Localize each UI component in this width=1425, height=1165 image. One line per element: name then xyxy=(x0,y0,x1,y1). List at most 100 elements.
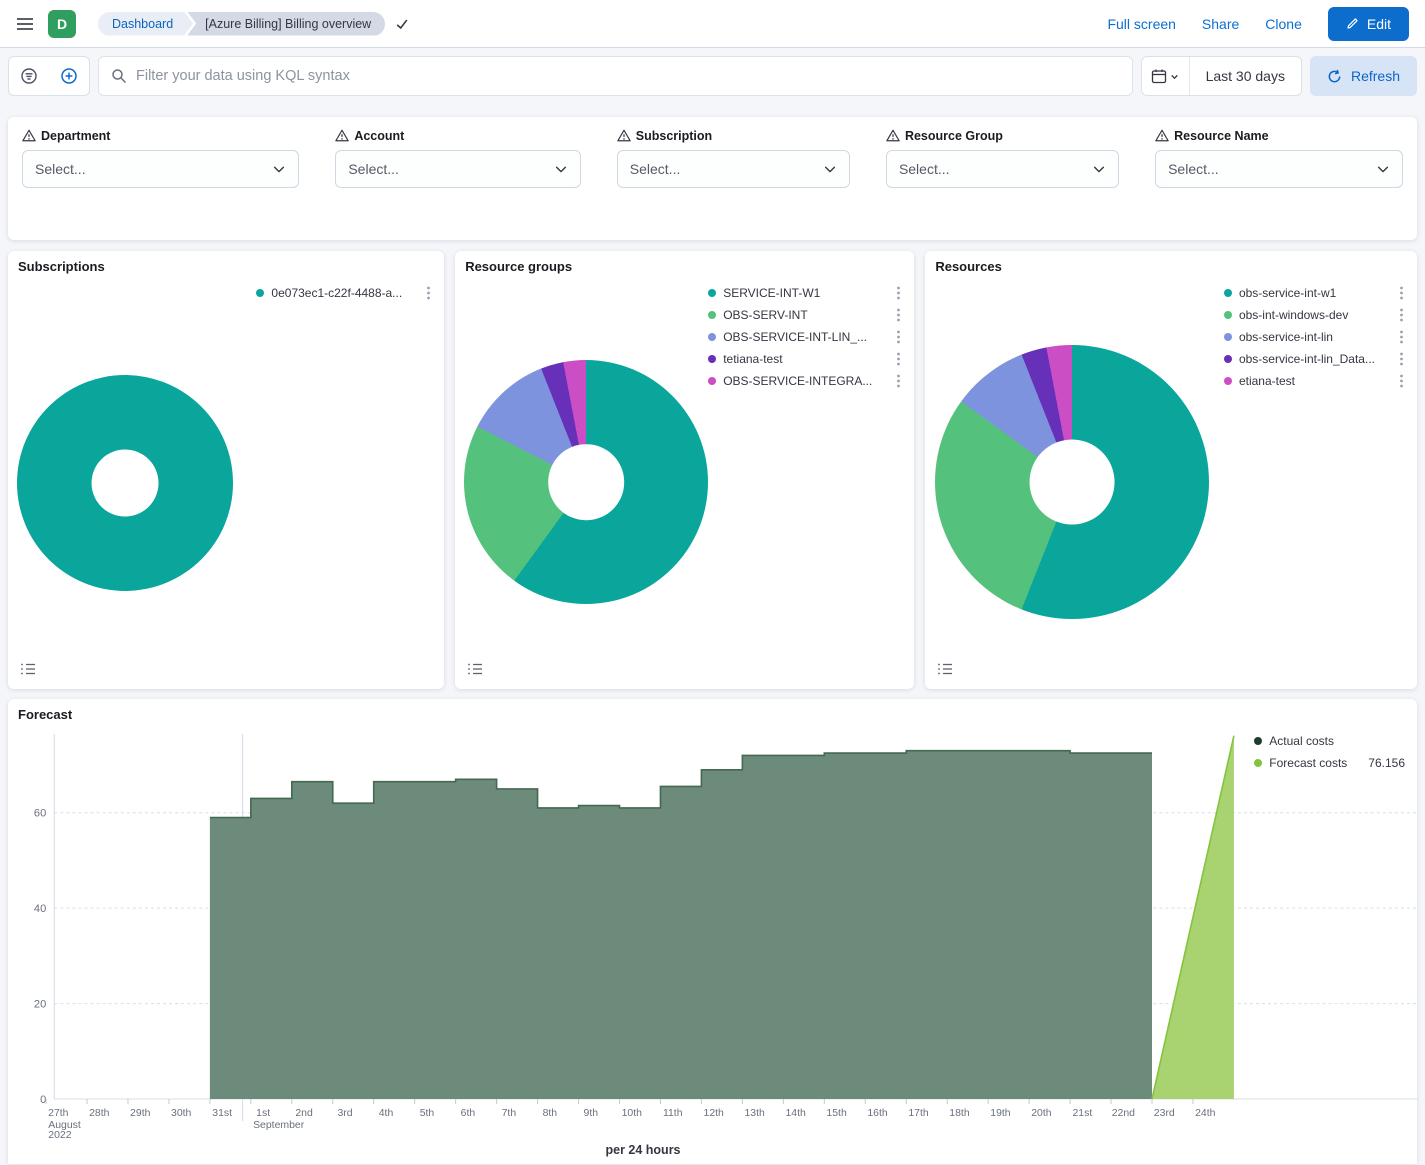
legend-actions-icon[interactable] xyxy=(879,352,904,366)
legend-actions-icon[interactable] xyxy=(1382,330,1407,344)
legend-actions-icon[interactable] xyxy=(879,330,904,344)
forecast-area-chart[interactable]: 020406027th28th29th30th31st1st2nd3rd4th5… xyxy=(8,727,1417,1145)
legend-label[interactable]: etiana-test xyxy=(1239,374,1295,388)
legend-item[interactable]: obs-service-int-lin_Data... xyxy=(1224,351,1407,367)
resource-group-select[interactable]: Select... xyxy=(886,150,1119,188)
legend-item[interactable]: obs-int-windows-dev xyxy=(1224,307,1407,323)
breadcrumb-dashboard[interactable]: Dashboard xyxy=(98,12,193,36)
subscription-select[interactable]: Select... xyxy=(617,150,850,188)
legend-item[interactable]: Actual costs xyxy=(1254,733,1405,749)
control-label: Resource Group xyxy=(905,129,1003,143)
svg-text:15th: 15th xyxy=(826,1108,847,1119)
space-logo[interactable]: D xyxy=(48,10,76,38)
svg-text:10th: 10th xyxy=(622,1108,643,1119)
panel-title: Subscriptions xyxy=(18,259,434,274)
share-link[interactable]: Share xyxy=(1202,16,1239,32)
resources-donut-chart[interactable] xyxy=(935,345,1209,619)
svg-text:2nd: 2nd xyxy=(295,1108,313,1119)
legend-actions-icon[interactable] xyxy=(1382,352,1407,366)
legend-dot xyxy=(1224,289,1232,297)
filter-menu-icon[interactable] xyxy=(9,57,49,95)
legend-toggle-icon[interactable] xyxy=(463,657,487,681)
panel-legend: SERVICE-INT-W1 OBS-SERV-INT OBS-SERVICE-IN… xyxy=(708,285,904,389)
calendar-icon[interactable] xyxy=(1142,57,1190,95)
menu-icon[interactable] xyxy=(16,16,34,32)
svg-text:8th: 8th xyxy=(543,1108,558,1119)
resource-groups-donut-chart[interactable] xyxy=(464,360,708,604)
chevron-down-icon xyxy=(554,162,568,176)
legend-label[interactable]: OBS-SERV-INT xyxy=(723,308,807,322)
full-screen-link[interactable]: Full screen xyxy=(1107,16,1175,32)
pencil-icon xyxy=(1346,17,1359,30)
warning-icon xyxy=(22,129,36,142)
legend-label[interactable]: Forecast costs xyxy=(1269,756,1347,770)
legend-label[interactable]: obs-service-int-lin_Data... xyxy=(1239,352,1375,366)
donut-hole xyxy=(1030,440,1115,525)
svg-text:28th: 28th xyxy=(89,1108,110,1119)
legend-toggle-icon[interactable] xyxy=(16,657,40,681)
search-icon xyxy=(111,68,127,84)
svg-text:7th: 7th xyxy=(502,1108,517,1119)
legend-actions-icon[interactable] xyxy=(1382,374,1407,388)
legend-actions-icon[interactable] xyxy=(879,286,904,300)
legend-label[interactable]: tetiana-test xyxy=(723,352,782,366)
subscriptions-donut-chart[interactable] xyxy=(17,375,233,591)
date-picker: Last 30 days xyxy=(1141,56,1302,96)
department-select[interactable]: Select... xyxy=(22,150,299,188)
kql-search-input[interactable] xyxy=(136,68,1120,84)
control-label: Resource Name xyxy=(1174,129,1269,143)
svg-text:1st: 1st xyxy=(256,1108,270,1119)
panel-title: Resource groups xyxy=(465,259,904,274)
select-placeholder: Select... xyxy=(630,161,681,177)
refresh-icon xyxy=(1327,69,1342,84)
resource-name-select[interactable]: Select... xyxy=(1155,150,1403,188)
legend-item[interactable]: OBS-SERVICE-INT-LIN_... xyxy=(708,329,904,345)
time-range-value[interactable]: Last 30 days xyxy=(1190,68,1301,84)
legend-label[interactable]: Actual costs xyxy=(1269,734,1334,748)
legend-item[interactable]: obs-service-int-lin xyxy=(1224,329,1407,345)
legend-actions-icon[interactable] xyxy=(1382,286,1407,300)
legend-item[interactable]: 0e073ec1-c22f-4488-a... xyxy=(256,285,434,301)
add-filter-icon[interactable] xyxy=(49,57,89,95)
kql-search-box xyxy=(98,56,1133,96)
legend-label[interactable]: 0e073ec1-c22f-4488-a... xyxy=(271,286,402,300)
account-select[interactable]: Select... xyxy=(335,150,580,188)
legend-label[interactable]: SERVICE-INT-W1 xyxy=(723,286,820,300)
refresh-button-label: Refresh xyxy=(1351,68,1400,84)
legend-item[interactable]: tetiana-test xyxy=(708,351,904,367)
legend-label[interactable]: obs-service-int-w1 xyxy=(1239,286,1336,300)
refresh-button[interactable]: Refresh xyxy=(1310,56,1417,96)
legend-item[interactable]: OBS-SERV-INT xyxy=(708,307,904,323)
svg-text:2022: 2022 xyxy=(48,1130,71,1141)
chevron-down-icon xyxy=(823,162,837,176)
legend-actions-icon[interactable] xyxy=(879,308,904,322)
legend-item[interactable]: obs-service-int-w1 xyxy=(1224,285,1407,301)
legend-label[interactable]: obs-int-windows-dev xyxy=(1239,308,1348,322)
legend-dot xyxy=(1224,333,1232,341)
svg-text:13th: 13th xyxy=(744,1108,765,1119)
legend-item[interactable]: SERVICE-INT-W1 xyxy=(708,285,904,301)
saved-check-icon xyxy=(395,17,409,31)
legend-value: 76.156 xyxy=(1354,756,1405,770)
legend-label[interactable]: OBS-SERVICE-INTEGRA... xyxy=(723,374,872,388)
chevron-down-icon xyxy=(1092,162,1106,176)
legend-item[interactable]: Forecast costs 76.156 xyxy=(1254,755,1405,771)
legend-actions-icon[interactable] xyxy=(409,286,434,300)
control-label: Account xyxy=(354,129,404,143)
legend-toggle-icon[interactable] xyxy=(933,657,957,681)
legend-label[interactable]: OBS-SERVICE-INT-LIN_... xyxy=(723,330,867,344)
svg-text:12th: 12th xyxy=(704,1108,725,1119)
legend-label[interactable]: obs-service-int-lin xyxy=(1239,330,1333,344)
clone-link[interactable]: Clone xyxy=(1265,16,1302,32)
donut-hole xyxy=(548,444,624,520)
warning-icon xyxy=(617,129,631,142)
legend-dot xyxy=(708,333,716,341)
legend-item[interactable]: OBS-SERVICE-INTEGRA... xyxy=(708,373,904,389)
legend-actions-icon[interactable] xyxy=(879,374,904,388)
chevron-down-icon xyxy=(272,162,286,176)
legend-actions-icon[interactable] xyxy=(1382,308,1407,322)
resource-groups-panel: Resource groups SERVICE-INT-W1 OBS-SERV-I… xyxy=(455,251,914,689)
chevron-down-icon xyxy=(1376,162,1390,176)
legend-item[interactable]: etiana-test xyxy=(1224,373,1407,389)
edit-button[interactable]: Edit xyxy=(1328,7,1409,41)
